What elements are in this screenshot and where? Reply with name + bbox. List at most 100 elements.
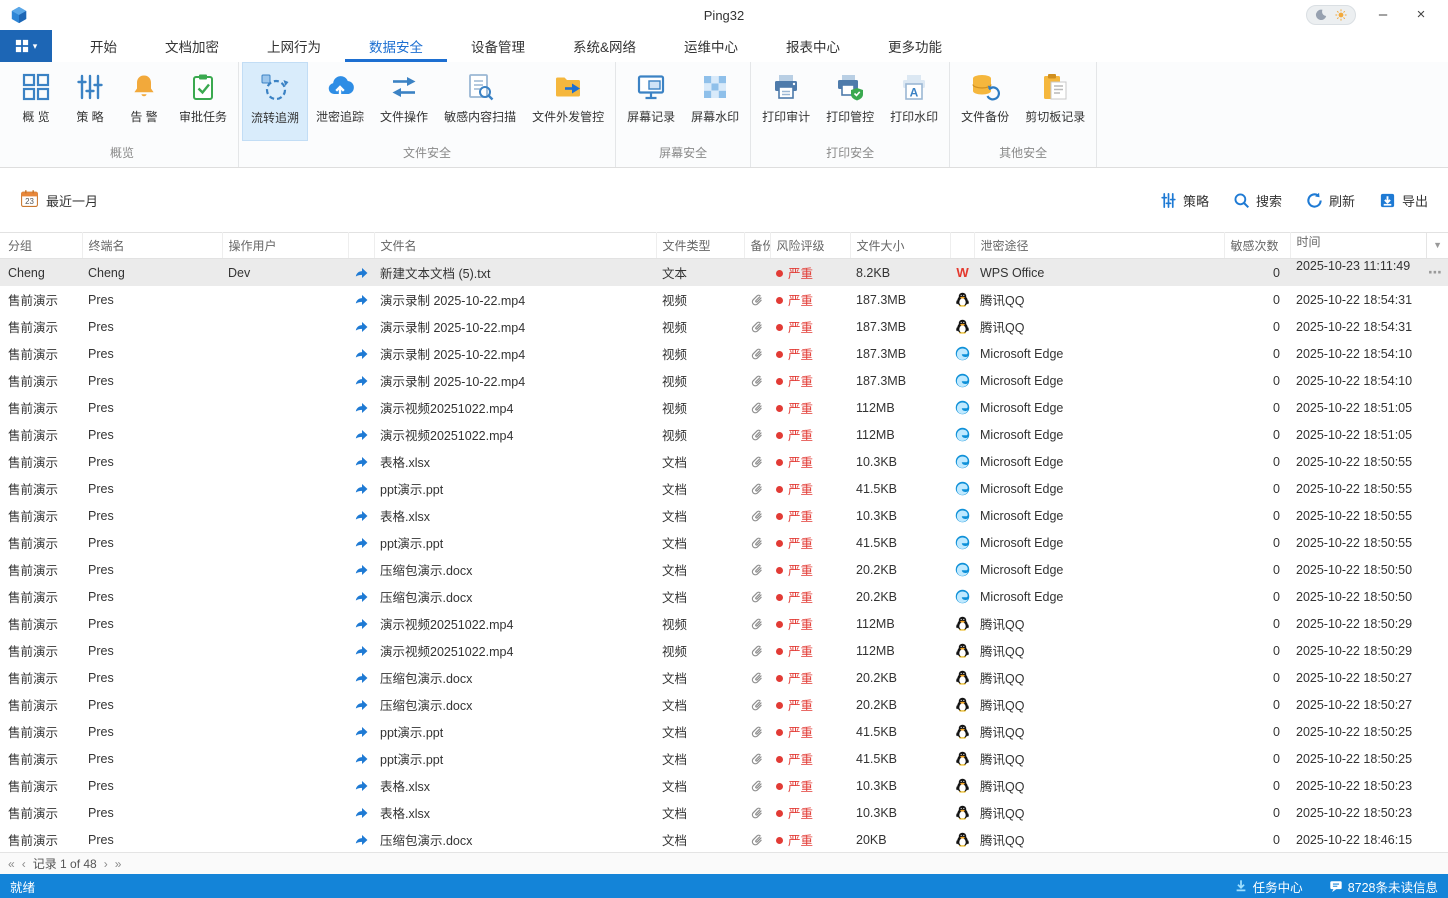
time-cell: ⋯2025-10-22 18:54:10 (1296, 373, 1413, 388)
ribbon: 概 览 策 略 告 警 审批任务 概览 流转追溯 泄密追踪 文件操作 敏感内容扫… (0, 62, 1448, 168)
table-row[interactable]: 售前演示 Pres 压缩包演示.docx 文档 严重 20KB 腾讯QQ 0 ⋯… (0, 826, 1448, 852)
col-filename[interactable]: 文件名 (374, 232, 657, 259)
tab-data-security[interactable]: 数据安全 (345, 30, 447, 62)
col-risk-level[interactable]: 风险评级 (770, 232, 851, 259)
ribbon-button-sensitive-content-scan[interactable]: 敏感内容扫描 (436, 62, 524, 141)
first-page-button[interactable]: « (8, 854, 15, 874)
chevron-down-icon: ▾ (32, 40, 38, 51)
table-row[interactable]: 售前演示 Pres 演示视频20251022.mp4 视频 严重 112MB M… (0, 421, 1448, 448)
table-row[interactable]: 售前演示 Pres ppt演示.ppt 文档 严重 41.5KB 腾讯QQ 0 … (0, 718, 1448, 745)
ribbon-button-file-backup[interactable]: 文件备份 (953, 62, 1017, 141)
table-row[interactable]: 售前演示 Pres 演示录制 2025-10-22.mp4 视频 严重 187.… (0, 340, 1448, 367)
ribbon-button-print-control[interactable]: 打印管控 (818, 62, 882, 141)
table-row[interactable]: 售前演示 Pres 表格.xlsx 文档 严重 10.3KB Microsoft… (0, 448, 1448, 475)
ribbon-button-leak-trace[interactable]: 泄密追踪 (308, 62, 372, 141)
ribbon-button-print-watermark[interactable]: A 打印水印 (882, 62, 946, 141)
ribbon-button-policy[interactable]: 策 略 (63, 62, 117, 141)
table-row[interactable]: 售前演示 Pres 演示视频20251022.mp4 视频 严重 112MB 腾… (0, 637, 1448, 664)
close-button[interactable]: × (1410, 4, 1432, 26)
next-page-button[interactable]: › (104, 854, 108, 874)
table-row[interactable]: 售前演示 Pres ppt演示.ppt 文档 严重 41.5KB Microso… (0, 529, 1448, 556)
ribbon-button-clipboard-record[interactable]: 剪切板记录 (1017, 62, 1093, 141)
ribbon-button-overview[interactable]: 概 览 (9, 62, 63, 141)
document-scan-icon (465, 71, 495, 103)
col-group[interactable]: 分组 (0, 232, 83, 259)
ribbon-button-screen-record[interactable]: 屏幕记录 (619, 62, 683, 141)
table-row[interactable]: 售前演示 Pres ppt演示.ppt 文档 严重 41.5KB 腾讯QQ 0 … (0, 745, 1448, 772)
attachment-icon (750, 616, 764, 630)
tab-system-network[interactable]: 系统&网络 (549, 30, 660, 62)
forward-arrow-icon (354, 805, 369, 819)
file-operations-icon (389, 71, 419, 103)
ribbon-button-file-outgoing-control[interactable]: 文件外发管控 (524, 62, 612, 141)
forward-arrow-icon (354, 832, 369, 846)
row-more-button[interactable]: ⋯ (1428, 259, 1442, 286)
channel-icon (955, 724, 970, 739)
table-row[interactable]: 售前演示 Pres 压缩包演示.docx 文档 严重 20.2KB Micros… (0, 556, 1448, 583)
table-row[interactable]: 售前演示 Pres 压缩包演示.docx 文档 严重 20.2KB 腾讯QQ 0… (0, 691, 1448, 718)
table-row[interactable]: 售前演示 Pres 表格.xlsx 文档 严重 10.3KB Microsoft… (0, 502, 1448, 529)
tab-web-behavior[interactable]: 上网行为 (243, 30, 345, 62)
attachment-icon (750, 454, 764, 468)
attachment-icon (750, 724, 764, 738)
table-row[interactable]: 售前演示 Pres 演示视频20251022.mp4 视频 严重 112MB M… (0, 394, 1448, 421)
time-filter-button[interactable]: ▼ (1426, 233, 1442, 258)
tab-doc-encryption[interactable]: 文档加密 (141, 30, 243, 62)
file-menu-button[interactable]: ▾ (0, 30, 52, 62)
refresh-button[interactable]: 刷新 (1306, 191, 1355, 210)
export-button[interactable]: 导出 (1379, 191, 1428, 210)
col-filesize[interactable]: 文件大小 (850, 232, 951, 259)
table-row[interactable]: 售前演示 Pres 演示视频20251022.mp4 视频 严重 112MB 腾… (0, 610, 1448, 637)
risk-dot-icon (776, 783, 783, 790)
forward-arrow-icon (354, 481, 369, 495)
task-center-button[interactable]: 任务中心 (1234, 877, 1303, 896)
col-filetype[interactable]: 文件类型 (656, 232, 745, 259)
table-row[interactable]: 售前演示 Pres 表格.xlsx 文档 严重 10.3KB 腾讯QQ 0 ⋯2… (0, 772, 1448, 799)
risk-dot-icon (776, 729, 783, 736)
channel-icon (955, 832, 970, 847)
ribbon-button-alert[interactable]: 告 警 (117, 62, 171, 141)
forward-arrow-icon (354, 346, 369, 360)
col-backup[interactable]: 备份 (744, 232, 771, 259)
attachment-icon (750, 373, 764, 387)
forward-arrow-icon (354, 724, 369, 738)
minimize-button[interactable]: – (1372, 4, 1394, 26)
calendar-icon: 23 (20, 189, 39, 211)
tab-device-management[interactable]: 设备管理 (447, 30, 549, 62)
policy-button[interactable]: 策略 (1160, 191, 1209, 210)
col-user[interactable]: 操作用户 (222, 232, 349, 259)
col-sensitive-count[interactable]: 敏感次数 (1224, 232, 1291, 259)
tab-more-features[interactable]: 更多功能 (864, 30, 966, 62)
col-terminal[interactable]: 终端名 (82, 232, 223, 259)
unread-messages-button[interactable]: 8728条未读信息 (1329, 877, 1438, 896)
last-page-button[interactable]: » (115, 854, 122, 874)
table-row[interactable]: 售前演示 Pres 演示录制 2025-10-22.mp4 视频 严重 187.… (0, 367, 1448, 394)
col-time[interactable]: ▼ 时间 (1290, 232, 1448, 259)
ribbon-button-approval-tasks[interactable]: 审批任务 (171, 62, 235, 141)
table-row[interactable]: 售前演示 Pres 表格.xlsx 文档 严重 10.3KB 腾讯QQ 0 ⋯2… (0, 799, 1448, 826)
time-cell: ⋯2025-10-22 18:54:10 (1296, 346, 1413, 361)
table-row[interactable]: Cheng Cheng Dev 新建文本文档 (5).txt 文本 严重 8.2… (0, 258, 1448, 286)
ribbon-button-circulation-trace[interactable]: 流转追溯 (242, 62, 309, 141)
table-row[interactable]: 售前演示 Pres 演示录制 2025-10-22.mp4 视频 严重 187.… (0, 313, 1448, 340)
ribbon-button-screen-watermark[interactable]: 屏幕水印 (683, 62, 747, 141)
ribbon-button-print-audit[interactable]: 打印审计 (754, 62, 818, 141)
col-leak-channel[interactable]: 泄密途径 (974, 232, 1225, 259)
tab-home[interactable]: 开始 (66, 30, 141, 62)
prev-page-button[interactable]: ‹ (22, 854, 26, 874)
policy-sliders-icon (75, 71, 105, 103)
tab-ops-center[interactable]: 运维中心 (660, 30, 762, 62)
ribbon-group-label: 文件安全 (403, 146, 452, 160)
ribbon-button-file-operations[interactable]: 文件操作 (372, 62, 436, 141)
time-cell: ⋯2025-10-22 18:54:31 (1296, 319, 1413, 334)
policy-filter-icon (1160, 192, 1177, 209)
channel-icon (955, 616, 970, 631)
table-row[interactable]: 售前演示 Pres 压缩包演示.docx 文档 严重 20.2KB 腾讯QQ 0… (0, 664, 1448, 691)
theme-toggle[interactable] (1306, 5, 1356, 25)
table-row[interactable]: 售前演示 Pres 演示录制 2025-10-22.mp4 视频 严重 187.… (0, 286, 1448, 313)
search-button[interactable]: 搜索 (1233, 191, 1282, 210)
tab-report-center[interactable]: 报表中心 (762, 30, 864, 62)
date-range-filter[interactable]: 23 最近一月 (20, 189, 98, 211)
table-row[interactable]: 售前演示 Pres ppt演示.ppt 文档 严重 41.5KB Microso… (0, 475, 1448, 502)
table-row[interactable]: 售前演示 Pres 压缩包演示.docx 文档 严重 20.2KB Micros… (0, 583, 1448, 610)
